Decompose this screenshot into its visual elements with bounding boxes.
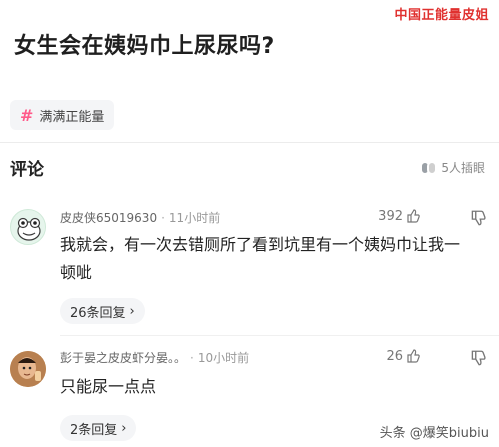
watermark-top: 中国正能量皮姐 — [394, 8, 489, 23]
like-count: 392 — [378, 208, 403, 224]
topic-label: 满满正能量 — [39, 109, 105, 125]
chevron-right-icon: › — [121, 420, 127, 436]
hashtag-icon: # — [20, 105, 34, 125]
timestamp: 10小时前 — [197, 351, 250, 365]
replies-button[interactable]: 2条回复 › — [60, 415, 137, 441]
watermark-bottom: 头条 @爆笑biubiu — [379, 426, 489, 441]
dislike-icon[interactable] — [469, 349, 487, 367]
comments-header: 评论 5人插眼 — [10, 155, 485, 180]
username[interactable]: 彭于晏之皮皮虾分晏。。 — [60, 349, 186, 366]
separator-dot: · — [190, 350, 194, 365]
avatar[interactable] — [10, 351, 46, 387]
comment-text: 只能尿一点点 — [60, 377, 157, 396]
timestamp: 11小时前 — [168, 211, 221, 225]
replies-label: 2条回复 — [70, 422, 118, 438]
dislike-icon[interactable] — [469, 209, 487, 227]
divider — [60, 335, 499, 336]
like-button[interactable]: 392 — [378, 208, 421, 224]
comment-meta: 皮皮侠65019630 · 11小时前 — [60, 209, 220, 226]
chevron-right-icon: › — [129, 303, 135, 319]
question-title: 女生会在姨妈巾上尿尿吗? — [14, 34, 275, 59]
like-icon — [407, 209, 420, 223]
username[interactable]: 皮皮侠65019630 — [60, 209, 157, 226]
comments-title: 评论 — [10, 160, 44, 180]
topic-tag[interactable]: # 满满正能量 — [10, 100, 115, 130]
comment-text: 我就会，有一次去错厕所了看到坑里有一个姨妈巾让我一顿呲 — [60, 235, 461, 282]
mini-avatars — [420, 160, 438, 175]
divider — [0, 142, 499, 143]
comment-meta: 彭于晏之皮皮虾分晏。。 · 10小时前 — [60, 349, 249, 366]
liked-by-label: 5人插眼 — [441, 161, 485, 175]
replies-label: 26条回复 — [70, 305, 126, 321]
separator-dot: · — [161, 210, 165, 225]
liked-by[interactable]: 5人插眼 — [420, 159, 485, 176]
like-count: 26 — [386, 348, 403, 364]
like-icon — [407, 349, 420, 363]
replies-button[interactable]: 26条回复 › — [60, 298, 145, 324]
avatar[interactable] — [10, 209, 46, 245]
like-button[interactable]: 26 — [386, 348, 421, 364]
